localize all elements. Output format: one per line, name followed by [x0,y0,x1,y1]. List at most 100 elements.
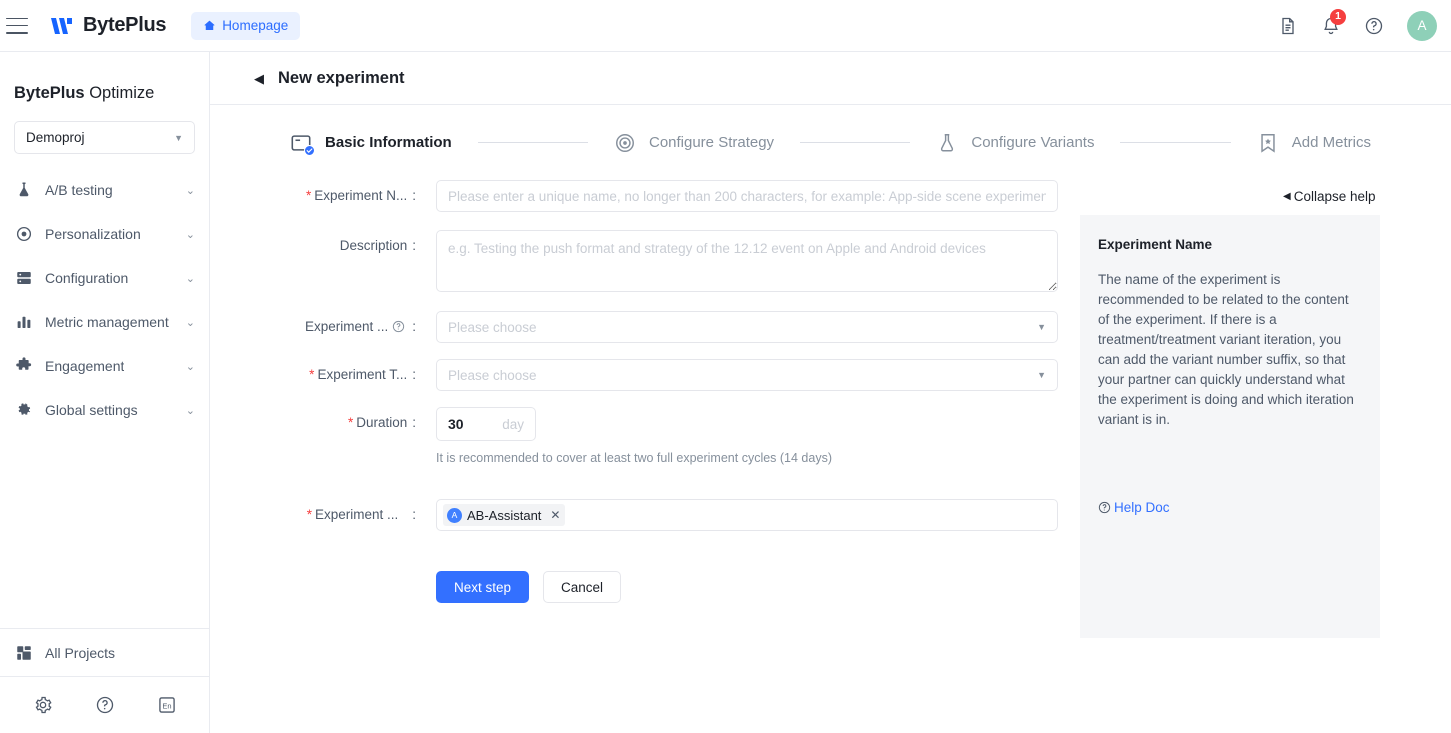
product-title-suffix: Optimize [84,84,155,102]
collapse-help-button[interactable]: ◀ Collapse help [1283,189,1376,204]
form-row-description: Description: [290,230,1058,297]
experiment-type-select[interactable]: Please choose ▼ [436,359,1058,391]
experiment-category-label: Experiment ...: [304,319,416,334]
chevron-down-icon: ⌄ [185,404,195,417]
description-textarea[interactable] [436,230,1058,292]
select-value: Please choose [448,319,537,335]
sidebar: BytePlus Optimize Demoproj ▼ A/B testing… [0,52,210,733]
label-text: Description [339,238,408,253]
chevron-down-icon: ⌄ [185,184,195,197]
experiment-name-input[interactable] [436,180,1058,212]
notifications-bell-icon[interactable]: 1 [1321,8,1346,36]
help-panel: Experiment Name The name of the experime… [1080,215,1380,638]
document-icon[interactable] [1278,16,1298,36]
sidebar-item-all-projects[interactable]: All Projects [0,628,210,676]
sidebar-nav: A/B testing ⌄ Personalization ⌄ Configur… [0,168,209,432]
brand-logo[interactable]: BytePlus [50,14,166,37]
product-title: BytePlus Optimize [0,52,209,103]
next-step-button[interactable]: Next step [436,571,530,603]
hamburger-menu-icon[interactable] [6,17,28,34]
step-label: Add Metrics [1291,134,1371,151]
home-icon [204,20,215,31]
chevron-down-icon: ⌄ [185,272,195,285]
help-panel-body: The name of the experiment is recommende… [1098,272,1354,427]
remove-owner-icon[interactable]: ✕ [550,508,560,522]
select-value: Please choose [448,367,537,383]
page-title: New experiment [278,68,405,87]
language-en-icon[interactable]: En [157,695,177,715]
sidebar-item-personalization[interactable]: Personalization ⌄ [0,212,209,256]
sidebar-item-configuration[interactable]: Configuration ⌄ [0,256,209,300]
bookmark-star-icon [1257,132,1279,154]
sidebar-item-label: Metric management [45,314,169,330]
collapse-help-label: Collapse help [1293,189,1376,204]
flask-icon [14,181,33,200]
description-label: Description: [339,238,416,253]
step-label: Configure Strategy [648,134,775,151]
step-connector [800,142,911,143]
form-row-experiment-name: * Experiment N...: [290,180,1058,212]
owner-avatar: A [447,507,462,523]
step-configure-variants[interactable]: Configure Variants [936,132,1094,154]
sidebar-item-label: Configuration [45,270,129,286]
card-check-icon [290,132,315,156]
flask-outline-icon [936,132,958,154]
step-indicator: Basic Information Configure Strategy Con… [210,105,1451,180]
step-add-metrics[interactable]: Add Metrics [1257,132,1371,154]
step-basic-information[interactable]: Basic Information [290,132,452,156]
step-configure-strategy[interactable]: Configure Strategy [614,132,774,154]
bar-chart-icon [14,313,33,332]
duration-unit: day [502,416,524,432]
svg-text:En: En [162,701,171,710]
sidebar-item-ab-testing[interactable]: A/B testing ⌄ [0,168,209,212]
settings-gear-icon[interactable] [33,695,53,715]
help-panel-heading: Experiment Name [1098,237,1213,252]
chevron-down-icon: ⌄ [185,360,195,373]
byteplus-mark-icon [51,17,72,34]
duration-input[interactable] [448,416,496,432]
label-text: Experiment ... [314,507,399,522]
form-row-experiment-type: * Experiment T...: Please choose ▼ [290,359,1058,391]
owner-name: AB-Assistant [467,507,542,523]
required-asterisk: * [309,367,315,382]
label-text: Duration [356,415,408,430]
form-actions: Next step Cancel [436,571,1050,603]
cancel-button[interactable]: Cancel [543,571,622,603]
sidebar-item-engagement[interactable]: Engagement ⌄ [0,344,209,388]
server-icon [14,269,33,288]
experiment-category-select[interactable]: Please choose ▼ [436,311,1058,343]
user-avatar[interactable]: A [1407,10,1437,41]
homepage-button[interactable]: Homepage [191,11,301,40]
duration-input-group[interactable]: day [436,407,536,441]
sidebar-item-label: All Projects [45,644,116,661]
chevron-down-icon: ⌄ [185,316,195,329]
help-circle-icon[interactable] [1364,16,1384,36]
page-header: ◀ New experiment [210,52,1451,105]
chevron-down-icon: ▼ [1037,322,1046,332]
top-bar-actions: 1 A [1278,8,1437,41]
required-asterisk: * [306,507,312,522]
back-arrow-icon[interactable]: ◀ [254,72,264,85]
help-doc-label: Help Doc [1114,500,1170,515]
project-selector[interactable]: Demoproj ▼ [14,121,195,154]
help-doc-link[interactable]: Help Doc [1098,500,1170,515]
sidebar-item-label: Personalization [45,226,141,242]
sidebar-item-label: Engagement [45,358,125,374]
form-row-duration: *Duration: day It is recommended to cove… [290,407,1050,465]
form-row-experiment-owner: * Experiment ...: A AB-Assistant ✕ [290,499,1058,531]
sidebar-item-global-settings[interactable]: Global settings ⌄ [0,388,209,432]
help-circle-icon[interactable] [95,695,115,715]
form-row-experiment-category: Experiment ...: Please choose ▼ [290,311,1058,343]
experiment-owner-field[interactable]: A AB-Assistant ✕ [436,499,1058,531]
brand-text: BytePlus [83,14,167,36]
sidebar-bottom: All Projects En [0,628,210,733]
top-bar: BytePlus Homepage 1 A [0,0,1451,52]
field-help-icon[interactable] [392,320,405,333]
experiment-type-label: * Experiment T...: [309,367,416,382]
sidebar-item-metric-management[interactable]: Metric management ⌄ [0,300,209,344]
sidebar-item-label: Global settings [45,402,138,418]
chevron-down-icon: ▼ [1037,370,1046,380]
help-circle-icon [1098,501,1111,514]
target-dot-icon [14,225,33,244]
sidebar-tools: En [0,676,210,733]
